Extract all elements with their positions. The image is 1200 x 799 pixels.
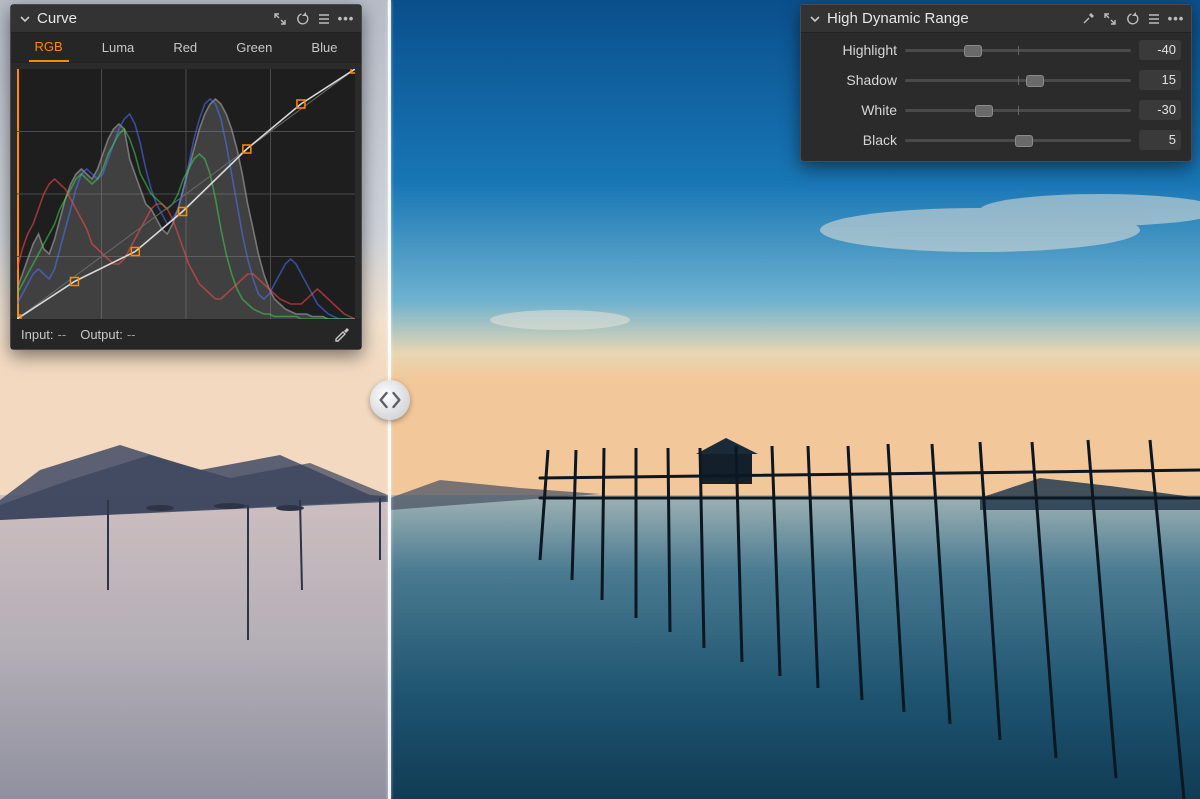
slider-row-highlight: Highlight -40 — [811, 39, 1181, 61]
black-value[interactable]: 5 — [1139, 130, 1181, 150]
hdr-panel-title: High Dynamic Range — [827, 10, 1075, 27]
eyedropper-icon[interactable] — [1081, 12, 1095, 26]
comparison-handle[interactable] — [370, 380, 410, 420]
shadow-value[interactable]: 15 — [1139, 70, 1181, 90]
more-icon[interactable]: ••• — [1169, 12, 1183, 26]
curve-input-value: -- — [58, 327, 67, 342]
hdr-sliders: Highlight -40 Shadow 15 White -30 Black 5 — [801, 33, 1191, 161]
curve-tab-rgb[interactable]: RGB — [29, 33, 69, 62]
curve-panel-header[interactable]: Curve ••• — [11, 5, 361, 33]
chevron-down-icon[interactable] — [19, 13, 31, 25]
chevron-down-icon[interactable] — [809, 13, 821, 25]
hdr-panel-header[interactable]: High Dynamic Range ••• — [801, 5, 1191, 33]
curve-tab-blue[interactable]: Blue — [305, 34, 343, 61]
highlight-value[interactable]: -40 — [1139, 40, 1181, 60]
curve-channel-tabs: RGB Luma Red Green Blue — [11, 33, 361, 63]
curve-input-label: Input: — [21, 327, 54, 342]
highlight-slider[interactable] — [905, 41, 1131, 59]
reset-icon[interactable] — [1125, 12, 1139, 26]
white-label: White — [811, 102, 897, 118]
curve-graph[interactable] — [17, 69, 355, 319]
slider-row-white: White -30 — [811, 99, 1181, 121]
white-slider[interactable] — [905, 101, 1131, 119]
hdr-panel: High Dynamic Range ••• Highlight -40 Shado… — [800, 4, 1192, 162]
black-label: Black — [811, 132, 897, 148]
shadow-label: Shadow — [811, 72, 897, 88]
expand-icon[interactable] — [273, 12, 287, 26]
curve-panel-title: Curve — [37, 10, 267, 27]
expand-icon[interactable] — [1103, 12, 1117, 26]
curve-tab-luma[interactable]: Luma — [96, 34, 141, 61]
highlight-label: Highlight — [811, 42, 897, 58]
black-slider[interactable] — [905, 131, 1131, 149]
curve-tab-red[interactable]: Red — [167, 34, 203, 61]
curve-panel: Curve ••• RGBLumaRedGreenBlue Input: -- … — [10, 4, 362, 350]
slider-row-black: Black 5 — [811, 129, 1181, 151]
white-value[interactable]: -30 — [1139, 100, 1181, 120]
curve-output-label: Output: — [80, 327, 123, 342]
color-picker-icon[interactable] — [333, 324, 351, 345]
curve-tab-green[interactable]: Green — [230, 34, 278, 61]
reset-icon[interactable] — [295, 12, 309, 26]
curve-output-value: -- — [127, 327, 136, 342]
shadow-slider[interactable] — [905, 71, 1131, 89]
slider-row-shadow: Shadow 15 — [811, 69, 1181, 91]
menu-icon[interactable] — [317, 12, 331, 26]
more-icon[interactable]: ••• — [339, 12, 353, 26]
menu-icon[interactable] — [1147, 12, 1161, 26]
